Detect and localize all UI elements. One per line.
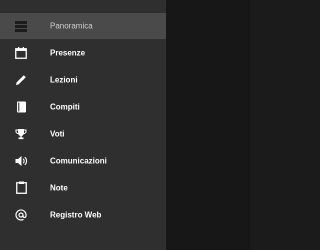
drawer-item-presenze[interactable]: Presenze — [0, 39, 166, 66]
drawer-item-lezioni[interactable]: Lezioni — [0, 66, 166, 93]
drawer-item-registro-web[interactable]: Registro Web — [0, 201, 166, 228]
navigation-drawer: Panoramica Presenze Lezioni Compiti Voti — [0, 0, 166, 250]
speaker-icon — [14, 154, 28, 168]
drawer-item-label: Comunicazioni — [50, 156, 107, 165]
drawer-item-label: Lezioni — [50, 75, 78, 84]
drawer-item-label: Note — [50, 183, 68, 192]
drawer-scrim[interactable] — [166, 0, 250, 250]
drawer-item-voti[interactable]: Voti — [0, 120, 166, 147]
pencil-icon — [14, 73, 28, 87]
drawer-menu: Panoramica Presenze Lezioni Compiti Voti — [0, 13, 166, 228]
drawer-item-label: Voti — [50, 129, 65, 138]
drawer-item-note[interactable]: Note — [0, 174, 166, 201]
clipboard-icon — [14, 181, 28, 195]
calendar-icon — [14, 46, 28, 60]
book-icon — [14, 100, 28, 114]
drawer-item-compiti[interactable]: Compiti — [0, 93, 166, 120]
drawer-item-label: Presenze — [50, 48, 86, 57]
list-icon — [14, 19, 28, 33]
drawer-item-comunicazioni[interactable]: Comunicazioni — [0, 147, 166, 174]
drawer-item-label: Panoramica — [50, 21, 93, 31]
trophy-icon — [14, 127, 28, 141]
drawer-item-label: Compiti — [50, 102, 80, 111]
drawer-item-panoramica[interactable]: Panoramica — [0, 13, 166, 39]
at-icon — [14, 208, 28, 222]
drawer-item-label: Registro Web — [50, 210, 102, 219]
